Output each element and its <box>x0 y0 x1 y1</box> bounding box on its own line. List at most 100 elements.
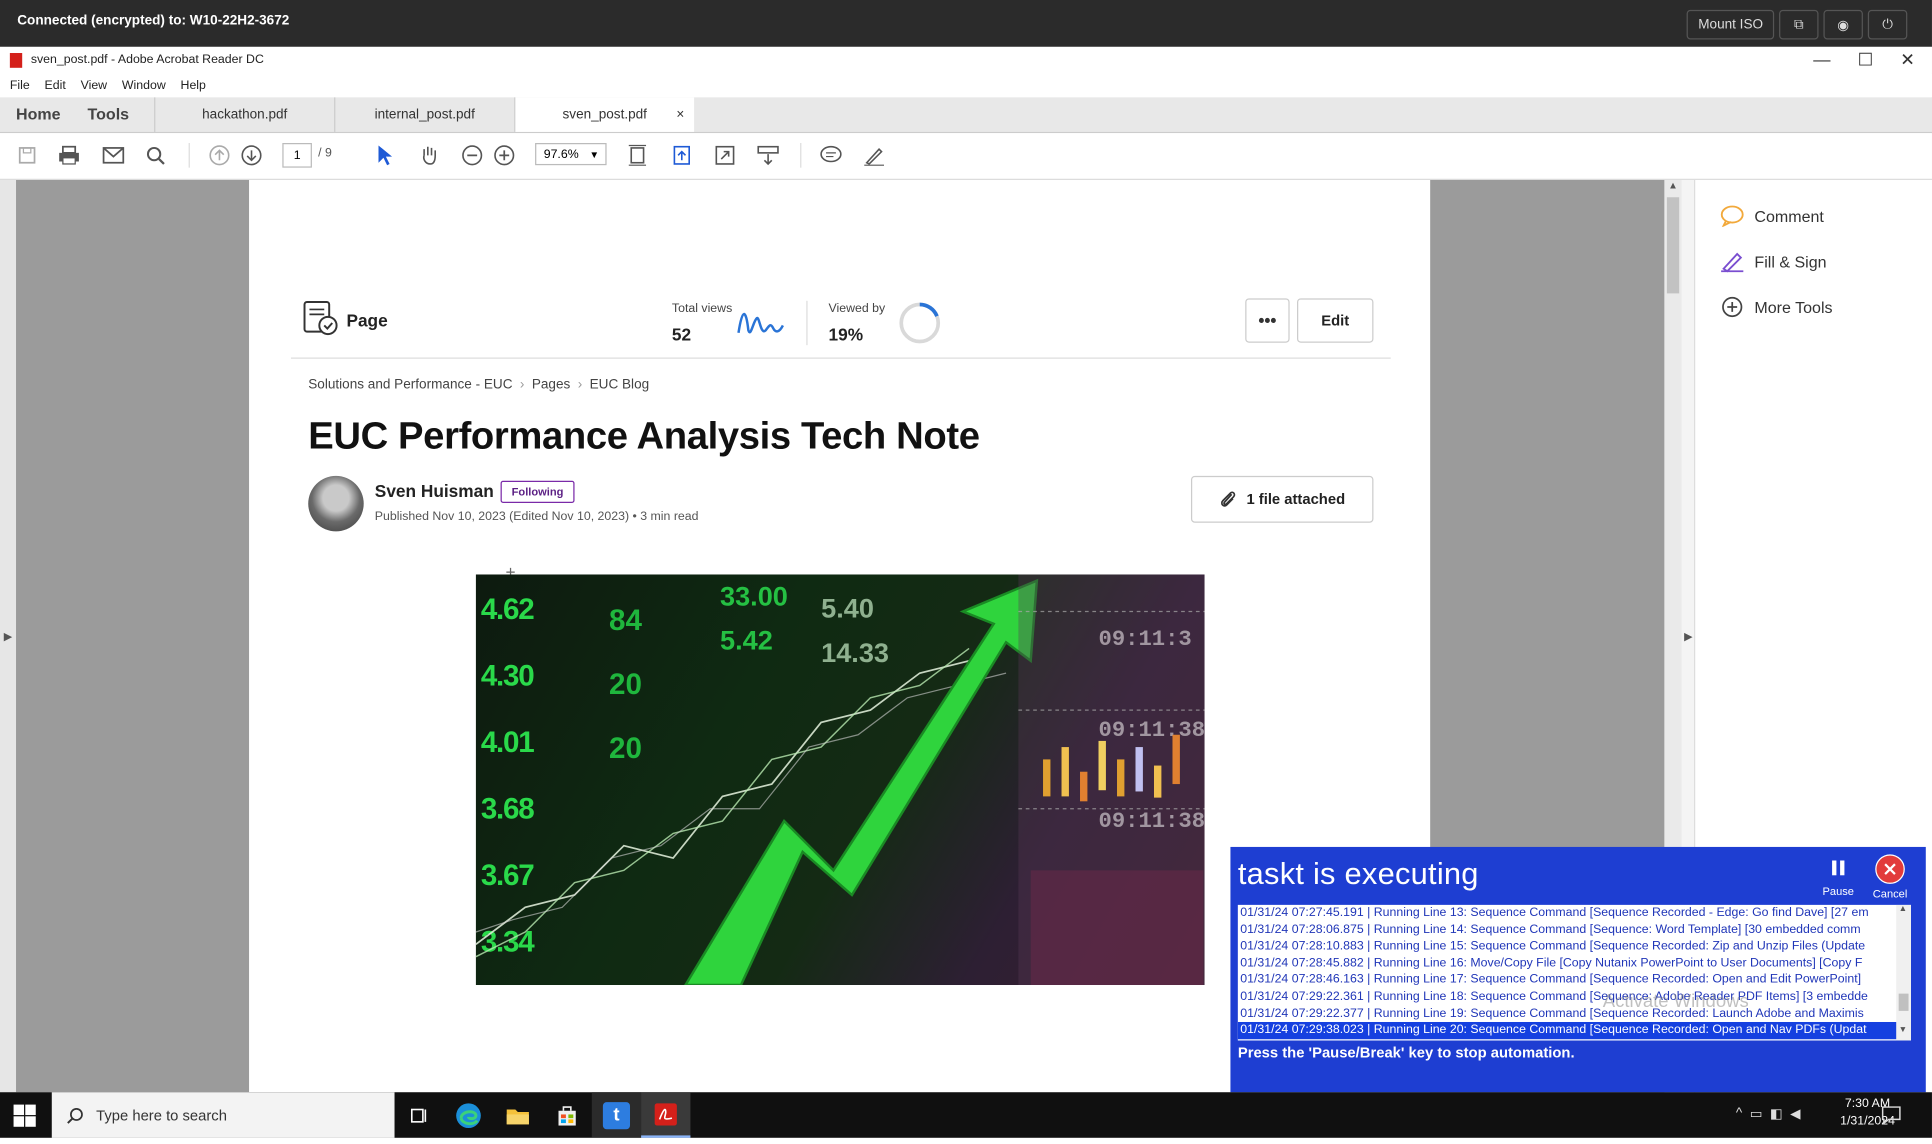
window-title-bar: sven_post.pdf - Adobe Acrobat Reader DC … <box>0 46 1932 74</box>
acrobat-taskbar-icon[interactable] <box>641 1092 691 1138</box>
rotate-view-icon[interactable] <box>669 143 694 168</box>
more-tools[interactable]: More Tools <box>1720 296 1833 318</box>
zoom-in-icon[interactable] <box>492 143 517 168</box>
notifications-icon[interactable] <box>1881 1105 1901 1128</box>
scroll-up-icon[interactable]: ▲ <box>1668 180 1678 191</box>
print-icon[interactable] <box>57 143 82 168</box>
menu-file[interactable]: File <box>10 79 30 93</box>
scrollbar-thumb[interactable] <box>1666 197 1680 294</box>
avatar <box>308 475 364 532</box>
breadcrumb-item[interactable]: EUC Blog <box>590 377 650 392</box>
system-tray: ^ ▭ ◧ ◀ <box>1736 1106 1801 1122</box>
viewed-by-progress-ring <box>899 302 941 344</box>
paperclip-icon <box>1221 491 1236 507</box>
security-tray-icon[interactable]: ◧ <box>1770 1106 1783 1122</box>
comment-tool-icon[interactable] <box>819 143 844 168</box>
minimize-button[interactable]: — <box>1813 49 1830 70</box>
select-cursor-icon[interactable] <box>372 143 397 168</box>
save-icon[interactable] <box>15 143 40 168</box>
more-options-button[interactable]: ••• <box>1245 298 1290 343</box>
log-line[interactable]: 01/31/24 07:28:10.883 | Running Line 15:… <box>1238 938 1911 955</box>
task-view-icon[interactable] <box>395 1092 444 1138</box>
power-icon[interactable]: ⏻ <box>1867 9 1908 40</box>
log-line[interactable]: 01/31/24 07:28:46.163 | Running Line 17:… <box>1238 972 1911 989</box>
viewed-by-value: 19% <box>828 324 864 344</box>
header-divider <box>290 357 1391 359</box>
log-line[interactable]: 01/31/24 07:29:22.377 | Running Line 19:… <box>1238 1005 1911 1022</box>
execution-log-list[interactable]: 01/31/24 07:27:45.191 | Running Line 13:… <box>1237 904 1911 1041</box>
fit-page-icon[interactable] <box>625 143 650 168</box>
scroll-down-icon[interactable]: ▼ <box>1899 1026 1908 1035</box>
search-icon[interactable] <box>143 143 168 168</box>
attachment-button[interactable]: 1 file attached <box>1190 475 1374 523</box>
breadcrumb-item[interactable]: Solutions and Performance - EUC <box>308 377 512 392</box>
full-screen-icon[interactable] <box>713 143 738 168</box>
log-line[interactable]: 01/31/24 07:27:45.191 | Running Line 13:… <box>1238 905 1911 922</box>
menu-view[interactable]: View <box>81 79 108 93</box>
pause-label: Pause <box>1822 885 1854 898</box>
network-icon[interactable]: ⧉ <box>1779 9 1819 40</box>
tab-home[interactable]: Home <box>16 105 61 123</box>
camera-icon[interactable]: ◉ <box>1823 9 1863 40</box>
window-title: sven_post.pdf - Adobe Acrobat Reader DC <box>30 53 264 67</box>
zoom-value: 97.6% <box>543 147 579 161</box>
toolbar-divider <box>188 143 190 168</box>
sign-tool-icon[interactable] <box>862 143 887 168</box>
mount-iso-button[interactable]: Mount ISO <box>1687 9 1775 40</box>
volume-muted-icon[interactable]: ◀ <box>1790 1106 1800 1122</box>
log-scrollbar[interactable]: ▲ ▼ <box>1896 904 1911 1041</box>
author-name[interactable]: Sven Huisman <box>375 481 494 501</box>
show-hidden-icons-icon[interactable]: ^ <box>1736 1106 1742 1122</box>
scroll-up-icon[interactable]: ▲ <box>1899 905 1908 914</box>
fill-sign-label: Fill & Sign <box>1754 252 1827 271</box>
page-icon <box>303 301 338 336</box>
windows-start-icon[interactable] <box>12 1103 37 1128</box>
acrobat-app-icon <box>9 53 23 68</box>
fill-sign-tool[interactable]: Fill & Sign <box>1720 250 1827 273</box>
close-tab-icon[interactable]: × <box>676 107 684 122</box>
breadcrumb-separator: › <box>519 377 525 393</box>
expand-left-panel-icon[interactable]: ▶ <box>4 630 13 644</box>
breadcrumb-item[interactable]: Pages <box>532 377 570 392</box>
email-icon[interactable] <box>101 143 126 168</box>
hero-chart-graphic <box>475 574 1205 986</box>
taskt-title: taskt is executing <box>1237 856 1479 892</box>
left-panel-collapsed[interactable]: ▶ <box>0 179 17 1093</box>
menu-window[interactable]: Window <box>122 79 166 93</box>
file-explorer-icon[interactable] <box>493 1092 542 1138</box>
cancel-button[interactable]: Cancel <box>1868 854 1912 900</box>
pause-button[interactable]: Pause <box>1816 854 1860 897</box>
previous-page-icon[interactable] <box>207 143 232 168</box>
taskbar-search-input[interactable]: Type here to search <box>51 1092 395 1138</box>
scroll-mode-icon[interactable] <box>756 143 781 168</box>
page-number-input[interactable]: 1 <box>282 143 312 168</box>
next-page-icon[interactable] <box>239 143 264 168</box>
log-scrollbar-thumb[interactable] <box>1898 993 1909 1011</box>
log-line[interactable]: 01/31/24 07:28:45.882 | Running Line 16:… <box>1238 955 1911 972</box>
edit-button[interactable]: Edit <box>1297 298 1374 343</box>
comment-tool[interactable]: Comment <box>1720 205 1824 227</box>
tab-label: internal_post.pdf <box>374 107 475 123</box>
tab-hackathon-pdf[interactable]: hackathon.pdf <box>154 97 334 132</box>
zoom-select[interactable]: 97.6% ▼ <box>535 143 607 166</box>
log-line-selected[interactable]: 01/31/24 07:29:38.023 | Running Line 20:… <box>1237 1022 1911 1039</box>
edge-icon[interactable] <box>444 1092 493 1138</box>
rdp-connection-bar: Connected (encrypted) to: W10-22H2-3672 … <box>0 0 1932 47</box>
tab-internal-post-pdf[interactable]: internal_post.pdf <box>334 97 514 132</box>
log-line[interactable]: 01/31/24 07:28:06.875 | Running Line 14:… <box>1238 922 1911 939</box>
maximize-button[interactable]: ☐ <box>1858 49 1873 70</box>
log-line[interactable]: 01/31/24 07:29:22.361 | Running Line 18:… <box>1238 989 1911 1006</box>
zoom-out-icon[interactable] <box>460 143 485 168</box>
store-icon[interactable] <box>542 1092 591 1138</box>
taskt-app-icon[interactable]: t <box>591 1092 642 1138</box>
network-tray-icon[interactable]: ▭ <box>1750 1106 1763 1122</box>
tab-sven-post-pdf[interactable]: sven_post.pdf × <box>514 97 695 132</box>
close-window-button[interactable]: ✕ <box>1900 49 1914 70</box>
following-badge[interactable]: Following <box>500 480 575 503</box>
screen-bottom-edge <box>0 1137 1932 1144</box>
hand-tool-icon[interactable] <box>417 143 442 168</box>
tab-tools[interactable]: Tools <box>88 105 130 123</box>
menu-help[interactable]: Help <box>181 79 206 93</box>
collapse-right-panel-icon[interactable]: ▶ <box>1684 630 1693 644</box>
menu-edit[interactable]: Edit <box>45 79 66 93</box>
